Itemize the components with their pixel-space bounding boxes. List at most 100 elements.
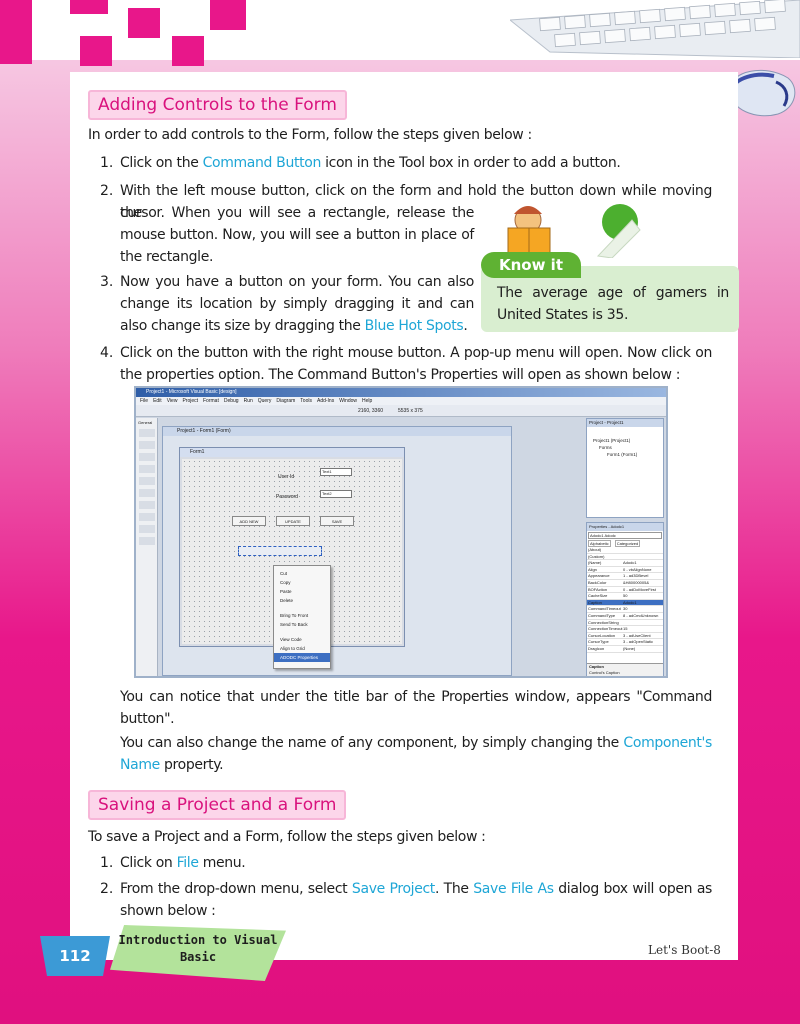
- property-row[interactable]: CommandType 8 - adCmdUnknown: [587, 613, 663, 620]
- property-row[interactable]: Caption Adodc1: [587, 599, 663, 607]
- properties-tabs: Alphabetic Categorized: [587, 540, 663, 547]
- ide-menu-item[interactable]: Format: [203, 398, 219, 404]
- property-value: 0 - vbAlignNone: [623, 566, 652, 572]
- context-menu-item[interactable]: Delete: [274, 596, 330, 605]
- property-desc-text: Control's Caption: [589, 670, 620, 675]
- property-name: (About): [588, 547, 602, 552]
- properties-tab[interactable]: Categorized: [614, 540, 641, 547]
- save-step1-text: Click on File menu.: [120, 852, 712, 874]
- save-file-as-term: Save File As: [473, 881, 554, 897]
- property-name: (Name): [588, 560, 602, 566]
- component-name-note-after: property.: [159, 757, 224, 773]
- context-menu-item[interactable]: Bring To Front: [274, 611, 330, 620]
- property-name: BOFAction: [588, 586, 608, 592]
- property-row[interactable]: (About): [587, 547, 663, 554]
- property-name: CommandTimeout: [588, 606, 621, 612]
- property-value: 8 - adCmdUnknown: [623, 612, 659, 618]
- context-menu-item[interactable]: Send To Back: [274, 620, 330, 629]
- toolbox-panel: General: [136, 418, 158, 676]
- adodc-control[interactable]: [238, 546, 322, 556]
- step4-text: Click on the button with the right mouse…: [120, 345, 712, 383]
- property-row[interactable]: DragIcon (None): [587, 646, 663, 653]
- ide-menu-item[interactable]: Project: [182, 398, 198, 404]
- section-heading-adding-controls: Adding Controls to the Form: [88, 90, 347, 120]
- step-number: 2.: [100, 881, 114, 897]
- property-name: CommandType: [588, 612, 616, 618]
- step1-text-before: Click on the: [120, 155, 203, 171]
- property-value: 1 - ad3DBevel: [623, 573, 649, 579]
- property-name: ConnectionString: [588, 619, 619, 625]
- ide-menu-item[interactable]: Run: [244, 398, 253, 404]
- property-row[interactable]: CursorLocation 3 - adUseClient: [587, 633, 663, 640]
- decor-square: [172, 36, 204, 66]
- command-button-term: Command Button: [202, 155, 322, 171]
- property-row[interactable]: Appearance 1 - ad3DBevel: [587, 573, 663, 580]
- section2-intro: To save a Project and a Form, follow the…: [88, 829, 486, 845]
- ide-menu-item[interactable]: Debug: [224, 398, 239, 404]
- designer-title: Project1 - Form1 (Form): [163, 427, 511, 436]
- context-menu-item[interactable]: Copy: [274, 578, 330, 587]
- form1-node[interactable]: Form1 (Form1): [593, 451, 659, 458]
- ide-menu-item[interactable]: File: [140, 398, 148, 404]
- step1-text: Click on the Command Button icon in the …: [120, 152, 728, 174]
- property-row[interactable]: ConnectionTimeout 15: [587, 626, 663, 633]
- ide-menu-item[interactable]: Edit: [153, 398, 162, 404]
- property-value: 50: [623, 593, 628, 599]
- properties-object-select[interactable]: Adodc1 Adodc: [588, 532, 662, 539]
- property-row[interactable]: ConnectionString: [587, 620, 663, 627]
- step-number: 1.: [100, 155, 114, 171]
- property-value: 3 - adOpenStatic: [623, 639, 654, 645]
- property-name: Align: [588, 566, 597, 572]
- step1-text-after: icon in the Tool box in order to add a b…: [320, 155, 621, 171]
- ide-menu-item[interactable]: Window: [339, 398, 357, 404]
- password-label: Password: [276, 494, 298, 500]
- ide-menu-item[interactable]: Query: [258, 398, 272, 404]
- vb-ide-screenshot: Project1 - Microsoft Visual Basic [desig…: [134, 386, 668, 678]
- ide-menu-item[interactable]: Add-Ins: [317, 398, 334, 404]
- form-designer-window: Project1 - Form1 (Form) Form1 User Id Te…: [162, 426, 512, 676]
- save-step1-before: Click on: [120, 855, 177, 871]
- ide-menu-bar: File Edit View Project Format Debug Run Query Di…: [136, 397, 666, 405]
- properties-tab[interactable]: Alphabetic: [588, 540, 611, 547]
- forms-folder-node[interactable]: Forms: [593, 444, 659, 451]
- property-row[interactable]: BOFAction 0 - adDoMoveFirst: [587, 587, 663, 594]
- ide-menu-item[interactable]: Help: [362, 398, 372, 404]
- context-menu-item[interactable]: View Code: [274, 635, 330, 644]
- decor-square: [0, 0, 32, 64]
- context-menu-item[interactable]: Align to Grid: [274, 644, 330, 653]
- page-number: 112: [40, 936, 110, 976]
- form1-title: Form1: [180, 448, 404, 457]
- step-number: 2.: [100, 183, 114, 199]
- step3-text: Now you have a button on your form. You …: [120, 271, 474, 337]
- context-menu-item[interactable]: Cut: [274, 569, 330, 578]
- add-new-button[interactable]: ADD NEW: [232, 516, 266, 526]
- decor-square: [128, 8, 160, 38]
- project-panel-title: Project - Project1: [587, 419, 663, 427]
- step2-rest: cursor. When you will see a rectangle, r…: [120, 205, 474, 265]
- save-step2-before: From the drop-down menu, select: [120, 881, 352, 897]
- update-button[interactable]: UPDATE: [276, 516, 310, 526]
- project-root-node[interactable]: Project1 (Project1): [593, 437, 659, 444]
- property-row[interactable]: CacheSize 50: [587, 593, 663, 600]
- decor-square: [80, 36, 112, 66]
- ide-menu-item[interactable]: Tools: [300, 398, 312, 404]
- text2-box[interactable]: Text2: [320, 490, 352, 498]
- context-menu-item[interactable]: ADODC Properties: [274, 653, 330, 662]
- save-button[interactable]: SAVE: [320, 516, 354, 526]
- context-menu-item[interactable]: Paste: [274, 587, 330, 596]
- property-row[interactable]: Align 0 - vbAlignNone: [587, 567, 663, 574]
- property-row[interactable]: (Custom): [587, 554, 663, 561]
- property-row[interactable]: BackColor &H80000005&: [587, 580, 663, 587]
- toolbar-position: 2160, 3360: [358, 408, 384, 414]
- property-row[interactable]: CommandTimeout 30: [587, 606, 663, 613]
- step-number: 3.: [100, 274, 114, 290]
- property-row[interactable]: (Name) Adodc1: [587, 560, 663, 567]
- ide-menu-item[interactable]: View: [167, 398, 178, 404]
- property-row[interactable]: CursorType 3 - adOpenStatic: [587, 639, 663, 646]
- property-value: 0 - adDoMoveFirst: [623, 586, 656, 592]
- book-title: Let's Boot-8: [648, 943, 721, 957]
- decor-square: [70, 0, 108, 14]
- text1-box[interactable]: Text1: [320, 468, 352, 476]
- ide-menu-item[interactable]: Diagram: [276, 398, 295, 404]
- property-value: [623, 547, 663, 553]
